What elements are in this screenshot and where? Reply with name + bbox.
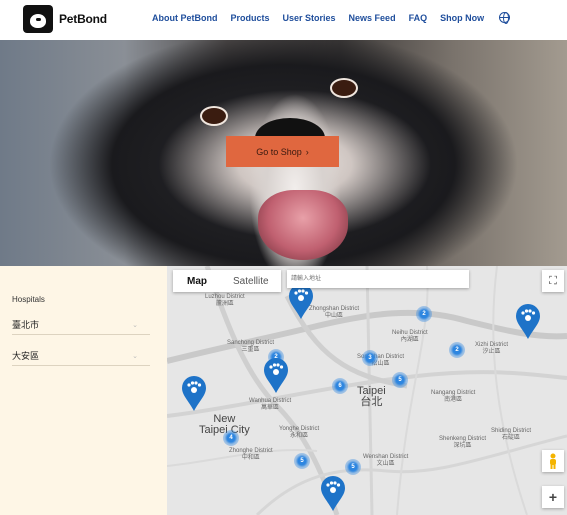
- main-menu: About PetBond Products User Stories News…: [152, 12, 511, 24]
- district-value: 大安區: [12, 351, 40, 361]
- map-label-taipei: Taipei 台北: [357, 385, 386, 408]
- chevron-down-icon: ⌄: [132, 321, 138, 329]
- hero-banner: Go to Shop ›: [0, 40, 567, 266]
- district-select[interactable]: 大安區 ⌄: [12, 346, 150, 366]
- go-to-shop-label: Go to Shop: [256, 146, 302, 157]
- map-label-yonghe: Yonghe District 永和區: [279, 426, 320, 439]
- hospital-cluster[interactable]: 5: [392, 372, 408, 388]
- map-label-luzhou: Luzhou District 蘆洲區: [205, 294, 245, 307]
- hospital-pin-icon[interactable]: [263, 358, 289, 394]
- address-search-input[interactable]: [287, 270, 469, 288]
- hospital-pin-icon[interactable]: [320, 476, 346, 512]
- chevron-down-icon: ⌄: [132, 352, 138, 360]
- brand-name: PetBond: [59, 12, 107, 26]
- nav-shop-now[interactable]: Shop Now: [440, 13, 484, 23]
- map-label-wanhua: Wanhua District 萬華區: [249, 398, 292, 411]
- hospital-cluster[interactable]: 6: [332, 378, 348, 394]
- go-to-shop-button[interactable]: Go to Shop ›: [226, 136, 339, 167]
- nav-news-feed[interactable]: News Feed: [349, 13, 396, 23]
- city-select[interactable]: 臺北市 ⌄: [12, 315, 150, 335]
- map-type-toggle: Map Satellite: [173, 270, 281, 292]
- dog-mouth: [258, 190, 348, 260]
- hospital-map[interactable]: Luzhou District 蘆洲區 Zhongshan District 中山區…: [167, 266, 567, 515]
- map-label-zhonghe: Zhonghe District 中和區: [229, 448, 273, 461]
- hospital-cluster[interactable]: 2: [449, 342, 465, 358]
- city-value: 臺北市: [12, 320, 40, 330]
- map-label-zhongshan: Zhongshan District 中山區: [309, 306, 360, 319]
- map-label-sanchong: Sanchong District 三重區: [227, 340, 275, 353]
- nav-faq[interactable]: FAQ: [409, 13, 428, 23]
- nav-about[interactable]: About PetBond: [152, 13, 218, 23]
- hospital-filter-panel: Hospitals 臺北市 ⌄ 大安區 ⌄: [0, 266, 167, 515]
- map-label-wenshan: Wenshan District 文山區: [363, 454, 409, 467]
- hospitals-heading: Hospitals: [12, 295, 45, 304]
- fullscreen-icon[interactable]: ⛶: [542, 270, 564, 292]
- dog-eye-left: [200, 106, 228, 126]
- hospital-cluster[interactable]: 5: [294, 453, 310, 469]
- top-nav: PetBond About PetBond Products User Stor…: [0, 0, 567, 40]
- hospital-pin-icon[interactable]: [515, 304, 541, 340]
- map-label-shenkeng: Shenkeng District 深坑區: [439, 436, 487, 449]
- map-type-map[interactable]: Map: [173, 270, 221, 292]
- hospital-cluster[interactable]: 4: [223, 430, 239, 446]
- nav-user-stories[interactable]: User Stories: [283, 13, 336, 23]
- brand-logo[interactable]: PetBond: [23, 5, 107, 33]
- nav-products[interactable]: Products: [231, 13, 270, 23]
- hospital-cluster[interactable]: 5: [345, 459, 361, 475]
- hospital-cluster[interactable]: 3: [362, 350, 378, 366]
- map-label-neihu: Neihu District 內湖區: [392, 330, 428, 343]
- globe-icon[interactable]: [499, 12, 511, 24]
- map-type-satellite[interactable]: Satellite: [221, 270, 281, 292]
- dog-logo-icon: [23, 5, 53, 33]
- chevron-right-icon: ›: [305, 146, 309, 157]
- map-label-nangang: Nangang District 南港區: [431, 390, 476, 403]
- street-view-pegman-icon[interactable]: [542, 450, 564, 472]
- zoom-in-button[interactable]: +: [542, 486, 564, 508]
- hospital-cluster[interactable]: 2: [416, 306, 432, 322]
- hospital-pin-icon[interactable]: [288, 284, 314, 320]
- map-label-shiding: Shiding District 石碇區: [491, 428, 532, 441]
- dog-eye-right: [330, 78, 358, 98]
- map-label-xizhi: Xizhi District 汐止區: [475, 342, 509, 355]
- hospital-pin-icon[interactable]: [181, 376, 207, 412]
